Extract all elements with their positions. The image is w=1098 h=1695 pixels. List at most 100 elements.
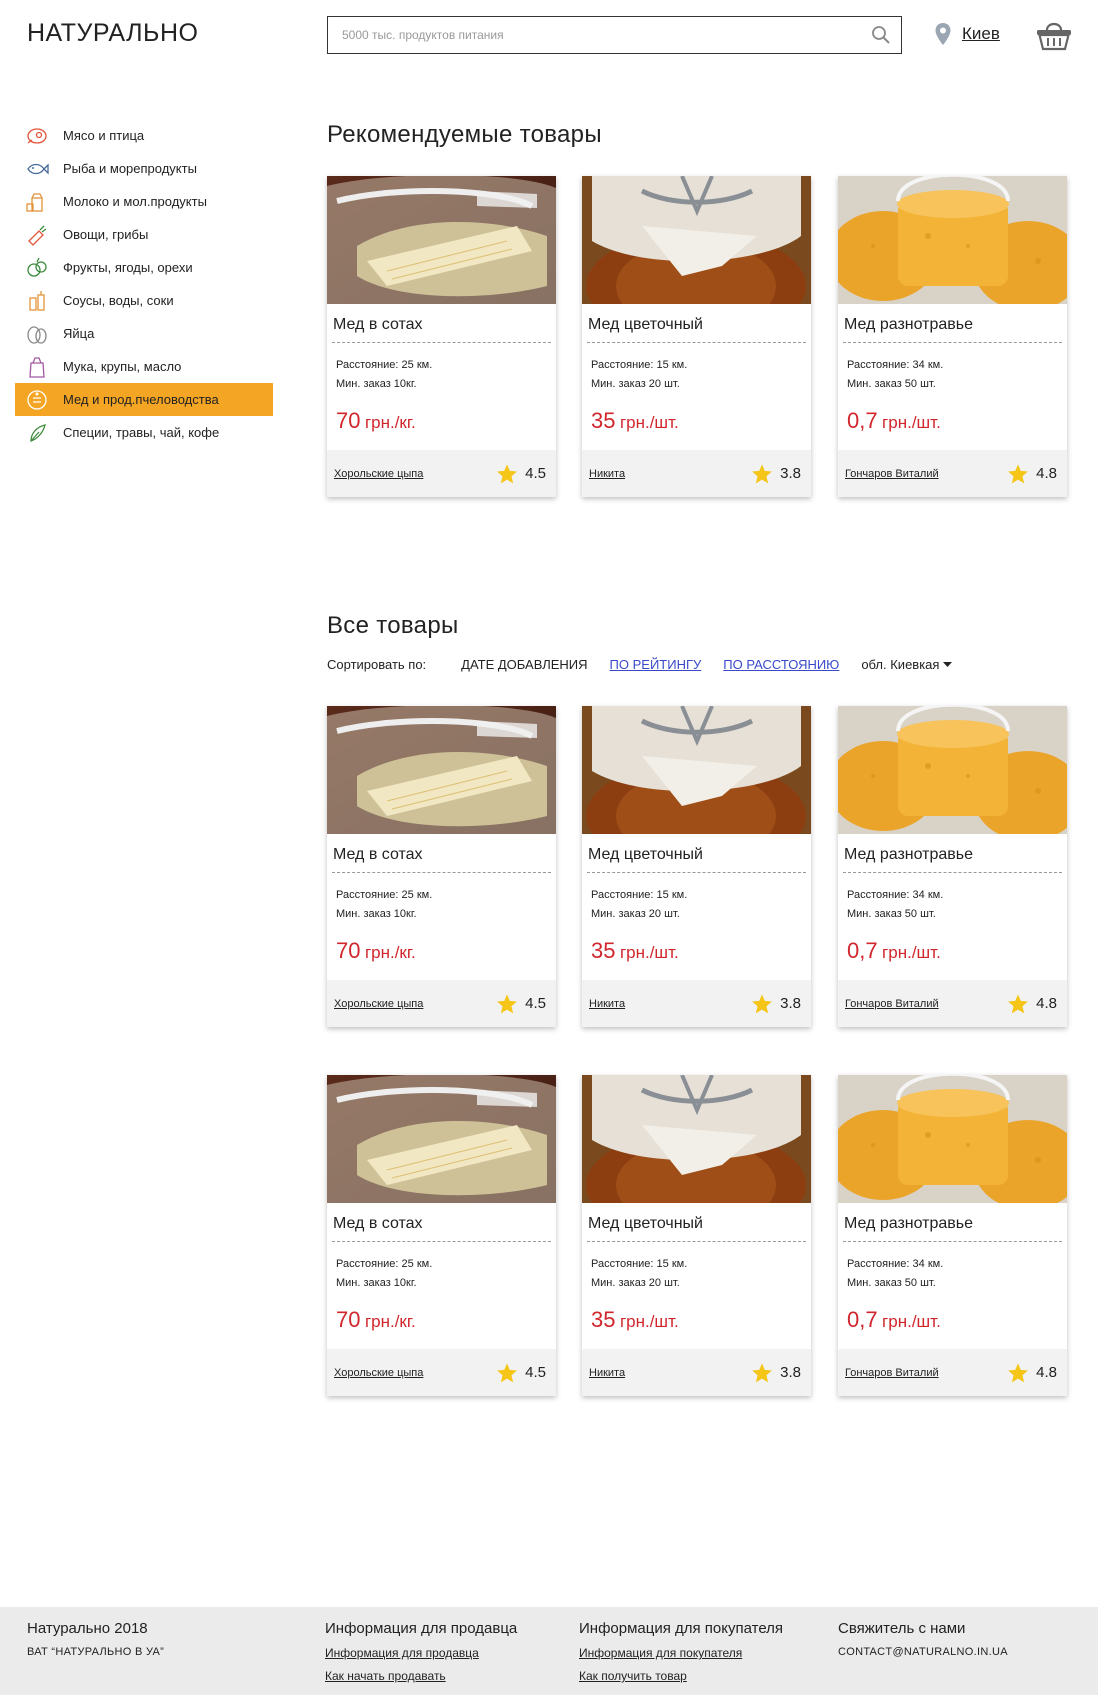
sidebar-item-eggs[interactable]: Яйца (15, 317, 273, 350)
location-selector[interactable]: Киев (934, 22, 1000, 46)
sidebar-item-label: Специи, травы, чай, кофе (63, 425, 220, 440)
product-image[interactable] (327, 1075, 556, 1203)
footer-buyer-info-link[interactable]: Информация для покупателя (579, 1646, 783, 1660)
footer-brand: Натурально 2018 ВАТ “Натурально в уа” (27, 1620, 164, 1658)
sidebar-item-vegetables[interactable]: Овощи, грибы (15, 218, 273, 251)
product-card[interactable]: Мед в сотах Расстояние: 25 км. Мин. заказ … (327, 1075, 556, 1396)
star-icon (1008, 993, 1029, 1013)
card-footer: Никита 3.8 (582, 980, 811, 1027)
seller-link[interactable]: Гончаров Виталий (845, 1367, 1007, 1379)
product-min-order: Мин. заказ 20 шт. (591, 378, 680, 390)
price-unit: грн./шт. (619, 1312, 679, 1331)
product-price: 0,7 грн./шт. (838, 1293, 1067, 1333)
product-name[interactable]: Мед цветочный (582, 1203, 811, 1241)
product-distance: Расстояние: 25 км. (336, 889, 433, 901)
sort-by-date[interactable]: дате добавления (461, 657, 587, 672)
seller-link[interactable]: Никита (589, 1367, 751, 1379)
sidebar-item-flour[interactable]: Мука, крупы, масло (15, 350, 273, 383)
seller-link[interactable]: Гончаров Виталий (845, 998, 1007, 1010)
star-icon (497, 993, 518, 1013)
sidebar-item-label: Овощи, грибы (63, 227, 149, 242)
product-min-order: Мин. заказ 50 шт. (847, 1277, 936, 1289)
price-unit: грн./шт. (882, 943, 941, 962)
product-name[interactable]: Мед в сотах (327, 1203, 556, 1241)
footer-buyer-column: Информация для покупателя Информация для… (579, 1620, 783, 1692)
sidebar-item-fruits[interactable]: Фрукты, ягоды, орехи (15, 251, 273, 284)
sidebar-item-fish[interactable]: Рыба и морепродукты (15, 152, 273, 185)
sidebar-item-label: Мясо и птица (63, 128, 145, 143)
price-value: 35 (591, 1307, 616, 1332)
product-name[interactable]: Мед цветочный (582, 834, 811, 872)
product-name[interactable]: Мед разнотравье (838, 304, 1067, 342)
product-card[interactable]: Мед в сотах Расстояние: 25 км. Мин. заказ … (327, 706, 556, 1027)
seller-link[interactable]: Хорольские цыпа (334, 1367, 496, 1379)
region-dropdown[interactable]: обл. Киевкая (861, 657, 953, 672)
vegetables-icon (25, 223, 49, 247)
rating: 4.8 (1007, 1362, 1057, 1384)
star-icon (752, 463, 773, 483)
product-card[interactable]: Мед разнотравье Расстояние: 34 км. Мин. за… (838, 1075, 1067, 1396)
seller-link[interactable]: Хорольские цыпа (334, 998, 496, 1010)
location-pin-icon (935, 23, 951, 45)
star-icon (497, 1362, 518, 1382)
product-price: 0,7 грн./шт. (838, 924, 1067, 964)
rating: 3.8 (751, 463, 801, 485)
rating-value: 3.8 (780, 465, 801, 482)
search-button[interactable] (861, 17, 901, 53)
cart-button[interactable] (1036, 17, 1072, 56)
region-label: обл. Киевкая (861, 657, 940, 672)
product-image[interactable] (582, 176, 811, 304)
city-link[interactable]: Киев (962, 24, 1000, 44)
product-image[interactable] (582, 706, 811, 834)
product-min-order: Мин. заказ 10кг. (336, 908, 417, 920)
seller-link[interactable]: Никита (589, 468, 751, 480)
rating-value: 3.8 (780, 1364, 801, 1381)
product-min-order: Мин. заказ 10кг. (336, 378, 417, 390)
product-image[interactable] (582, 1075, 811, 1203)
sidebar-item-milk[interactable]: Молоко и мол.продукты (15, 185, 273, 218)
product-card[interactable]: Мед цветочный Расстояние: 15 км. Мин. зака… (582, 1075, 811, 1396)
product-image[interactable] (327, 176, 556, 304)
product-name[interactable]: Мед разнотравье (838, 1203, 1067, 1241)
price-unit: грн./шт. (619, 943, 679, 962)
footer-email[interactable]: contact@naturalno.in.ua (838, 1646, 1008, 1658)
footer-start-selling-link[interactable]: Как начать продавать (325, 1669, 517, 1683)
caret-down-icon (943, 661, 953, 667)
sort-by-rating[interactable]: по рейтингу (610, 657, 702, 672)
product-image[interactable] (327, 706, 556, 834)
product-price: 35 грн./шт. (582, 1293, 811, 1333)
search-input[interactable] (328, 17, 861, 53)
product-name[interactable]: Мед разнотравье (838, 834, 1067, 872)
card-footer: Гончаров Виталий 4.8 (838, 1349, 1067, 1396)
recommended-product-card[interactable]: Мед цветочный Расстояние: 15 км. Мин. зака… (582, 176, 811, 497)
recommended-product-card[interactable]: Мед разнотравье Расстояние: 34 км. Мин. за… (838, 176, 1067, 497)
seller-link[interactable]: Никита (589, 998, 751, 1010)
product-image[interactable] (838, 176, 1067, 304)
sidebar-item-herbs[interactable]: Специи, травы, чай, кофе (15, 416, 273, 449)
product-name[interactable]: Мед цветочный (582, 304, 811, 342)
footer-seller-info-link[interactable]: Информация для продавца (325, 1646, 517, 1660)
seller-link[interactable]: Хорольские цыпа (334, 468, 496, 480)
sidebar-item-label: Молоко и мол.продукты (63, 194, 207, 209)
product-image[interactable] (838, 1075, 1067, 1203)
product-min-order: Мин. заказ 10кг. (336, 1277, 417, 1289)
seller-link[interactable]: Гончаров Виталий (845, 468, 1007, 480)
product-name[interactable]: Мед в сотах (327, 834, 556, 872)
footer-get-product-link[interactable]: Как получить товар (579, 1669, 783, 1683)
sidebar-item-drinks[interactable]: Соусы, воды, соки (15, 284, 273, 317)
product-distance: Расстояние: 34 км. (847, 359, 944, 371)
product-name[interactable]: Мед в сотах (327, 304, 556, 342)
sort-by-distance[interactable]: по расстоянию (723, 657, 839, 672)
milk-icon (25, 190, 49, 214)
price-value: 70 (336, 408, 361, 433)
product-card[interactable]: Мед цветочный Расстояние: 15 км. Мин. зака… (582, 706, 811, 1027)
sidebar-item-meat[interactable]: Мясо и птица (15, 119, 273, 152)
product-price: 70 грн./кг. (327, 394, 556, 434)
sidebar-item-honey[interactable]: Мед и прод.пчеловодства (15, 383, 273, 416)
recommended-product-card[interactable]: Мед в сотах Расстояние: 25 км. Мин. заказ … (327, 176, 556, 497)
product-image[interactable] (838, 706, 1067, 834)
site-logo[interactable]: НАТУРАЛЬНО (27, 19, 198, 48)
rating-value: 4.8 (1036, 1364, 1057, 1381)
star-icon (497, 463, 518, 483)
product-card[interactable]: Мед разнотравье Расстояние: 34 км. Мин. за… (838, 706, 1067, 1027)
